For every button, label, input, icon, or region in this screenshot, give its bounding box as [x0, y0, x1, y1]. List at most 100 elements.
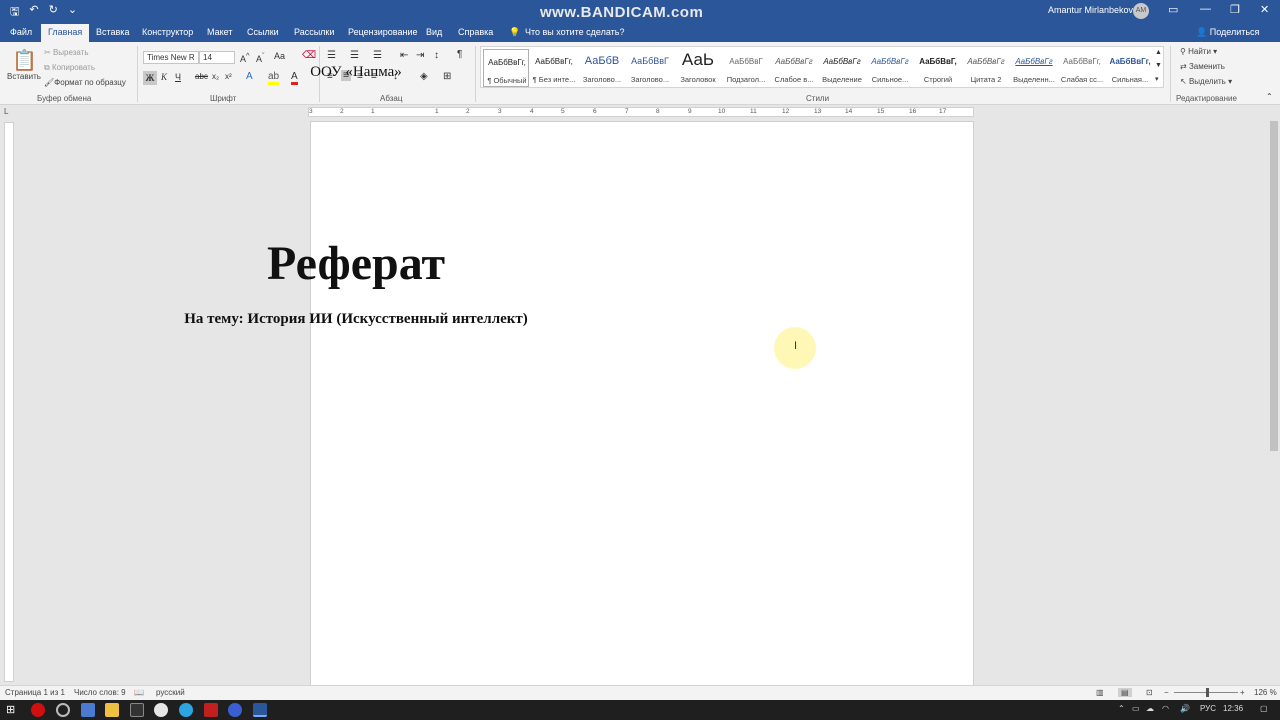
file-explorer-icon[interactable]	[105, 703, 119, 717]
restore-icon[interactable]: ❐	[1230, 3, 1240, 16]
show-marks-icon[interactable]: ¶	[457, 49, 462, 60]
read-mode-icon[interactable]: ▥	[1096, 688, 1104, 697]
tab-review[interactable]: Рецензирование	[348, 27, 418, 37]
tab-home[interactable]: Главная	[41, 24, 90, 42]
style-subtle-emphasis[interactable]: АаБбВвГг Слабое в...	[771, 49, 817, 87]
style-subtle-reference[interactable]: АаБбВвГг, Слабая сс...	[1059, 49, 1105, 87]
avatar[interactable]: AM	[1133, 3, 1149, 19]
increase-indent-icon[interactable]: ⇥	[416, 50, 424, 61]
page-count[interactable]: Страница 1 из 1	[5, 688, 65, 697]
style-intense-quote[interactable]: АаБбВвГг Выделенн...	[1011, 49, 1057, 87]
decrease-indent-icon[interactable]: ⇤	[400, 50, 408, 61]
document-page[interactable]	[310, 121, 974, 691]
horizontal-ruler[interactable]: 3 2 1 1 2 3 4 5 6 7 8 9 10 11 12 13 14 1…	[308, 107, 974, 117]
font-size-combo[interactable]: 14	[199, 51, 235, 64]
document-title[interactable]: Реферат	[0, 236, 712, 291]
terminal-icon[interactable]	[130, 703, 144, 717]
share-button[interactable]: 👤 Поделиться	[1196, 27, 1259, 38]
customize-qat-icon[interactable]: ⌄	[68, 3, 77, 22]
search-icon: ⚲	[1180, 47, 1189, 56]
browser-icon[interactable]	[56, 703, 70, 717]
style-preview: АаБбВвГг	[967, 57, 1005, 66]
user-name[interactable]: Amantur Mirlanbekov	[1048, 5, 1133, 15]
word-count[interactable]: Число слов: 9	[74, 688, 126, 697]
redo-icon[interactable]: ↻	[49, 3, 58, 22]
cut-button[interactable]: ✂ Вырезать	[44, 48, 89, 57]
tab-insert[interactable]: Вставка	[96, 27, 129, 37]
proofing-icon[interactable]: 📖	[134, 688, 144, 697]
tab-file[interactable]: Файл	[10, 27, 32, 37]
gallery-scroll-down-icon[interactable]: ▼	[1155, 62, 1162, 69]
input-language[interactable]: РУС	[1200, 704, 1216, 713]
select-button[interactable]: ↖ Выделить ▾	[1180, 77, 1232, 86]
tell-me-search[interactable]: Что вы хотите сделать?	[525, 27, 625, 37]
onedrive-icon[interactable]: ☁	[1146, 704, 1154, 713]
sort-icon[interactable]: ↕	[434, 50, 439, 61]
tab-selector[interactable]: L	[4, 107, 8, 116]
filezilla-icon[interactable]	[204, 703, 218, 717]
save-icon[interactable]: 🖫	[10, 3, 19, 22]
style-strong[interactable]: АаБбВвГ, Строгий	[915, 49, 961, 87]
style-name: Сильное...	[871, 75, 909, 84]
yandex-browser-icon[interactable]	[154, 703, 168, 717]
tab-view[interactable]: Вид	[426, 27, 442, 37]
shrink-font-icon[interactable]: Aˇ	[256, 51, 265, 64]
word-icon[interactable]	[253, 703, 267, 717]
bullets-icon[interactable]: ☰	[327, 50, 336, 61]
ruler-number: 2	[466, 108, 470, 115]
tray-chevron-icon[interactable]: ⌃	[1118, 704, 1125, 713]
multilevel-list-icon[interactable]: ☰	[373, 50, 382, 61]
tab-design[interactable]: Конструктор	[142, 27, 193, 37]
organization-name[interactable]: ООУ «Напма»	[0, 64, 712, 81]
style-subtitle[interactable]: АаБбВвГ Подзагол...	[723, 49, 769, 87]
network-icon[interactable]: ▭	[1132, 704, 1140, 713]
find-button[interactable]: ⚲ Найти ▾	[1180, 47, 1217, 56]
zoom-in-icon[interactable]: +	[1240, 688, 1245, 697]
numbering-icon[interactable]: ☰	[350, 50, 359, 61]
style-quote[interactable]: АаБбВвГг Цитата 2	[963, 49, 1009, 87]
style-intense-emphasis[interactable]: АаБбВвГг Сильное...	[867, 49, 913, 87]
clock[interactable]: 12:36	[1223, 704, 1243, 713]
ribbon-display-options-icon[interactable]: ▭	[1168, 3, 1178, 16]
gallery-more-icon[interactable]: ▾	[1155, 75, 1159, 83]
zoom-slider-handle[interactable]	[1206, 688, 1209, 697]
style-preview: АаБбВвГг,	[1109, 57, 1151, 66]
vertical-scrollbar[interactable]	[1268, 107, 1280, 685]
quick-access-toolbar: 🖫 ↶ ↻ ⌄	[10, 3, 77, 22]
tab-mailings[interactable]: Рассылки	[294, 27, 334, 37]
recording-watermark: www.BANDICAM.com	[540, 4, 704, 21]
notifications-icon[interactable]: ▢	[1260, 704, 1268, 713]
ruler-number: 17	[939, 108, 947, 115]
tab-help[interactable]: Справка	[458, 27, 493, 37]
change-case-icon[interactable]: Aa	[274, 51, 285, 61]
collapse-ribbon-icon[interactable]: ⌃	[1266, 92, 1273, 101]
web-layout-icon[interactable]: ⊡	[1146, 688, 1153, 697]
volume-icon[interactable]: 🔊	[1180, 704, 1190, 713]
windows-start-icon[interactable]: ⊞	[6, 703, 20, 717]
undo-icon[interactable]: ↶	[29, 3, 38, 22]
document-subtitle[interactable]: На тему: История ИИ (Искусственный интел…	[0, 311, 712, 328]
tab-references[interactable]: Ссылки	[247, 27, 279, 37]
zoom-level[interactable]: 126 %	[1254, 688, 1277, 697]
document-app-icon[interactable]	[81, 703, 95, 717]
telegram-icon[interactable]	[179, 703, 193, 717]
replace-button[interactable]: ⇄ Заменить	[1180, 62, 1225, 71]
minimize-icon[interactable]: —	[1200, 3, 1211, 15]
clear-formatting-icon[interactable]: ⌫	[302, 50, 316, 61]
style-emphasis[interactable]: АаБбВвГг Выделение	[819, 49, 865, 87]
app-icon[interactable]	[228, 703, 242, 717]
print-layout-icon[interactable]: ▤	[1118, 688, 1132, 697]
font-name-combo[interactable]: Times New R	[143, 51, 199, 64]
bandicam-icon[interactable]	[31, 703, 45, 717]
vertical-ruler[interactable]	[4, 122, 14, 682]
gallery-scroll-up-icon[interactable]: ▲	[1155, 49, 1162, 56]
replace-label: Заменить	[1188, 62, 1225, 71]
language-indicator[interactable]: русский	[156, 688, 185, 697]
style-intense-reference[interactable]: АаБбВвГг, Сильная...	[1107, 49, 1153, 87]
wifi-icon[interactable]: ◠	[1162, 704, 1169, 713]
close-icon[interactable]: ✕	[1260, 3, 1269, 16]
tab-layout[interactable]: Макет	[207, 27, 232, 37]
scrollbar-thumb[interactable]	[1270, 121, 1278, 451]
grow-font-icon[interactable]: A^	[240, 51, 250, 64]
zoom-out-icon[interactable]: −	[1164, 688, 1169, 697]
